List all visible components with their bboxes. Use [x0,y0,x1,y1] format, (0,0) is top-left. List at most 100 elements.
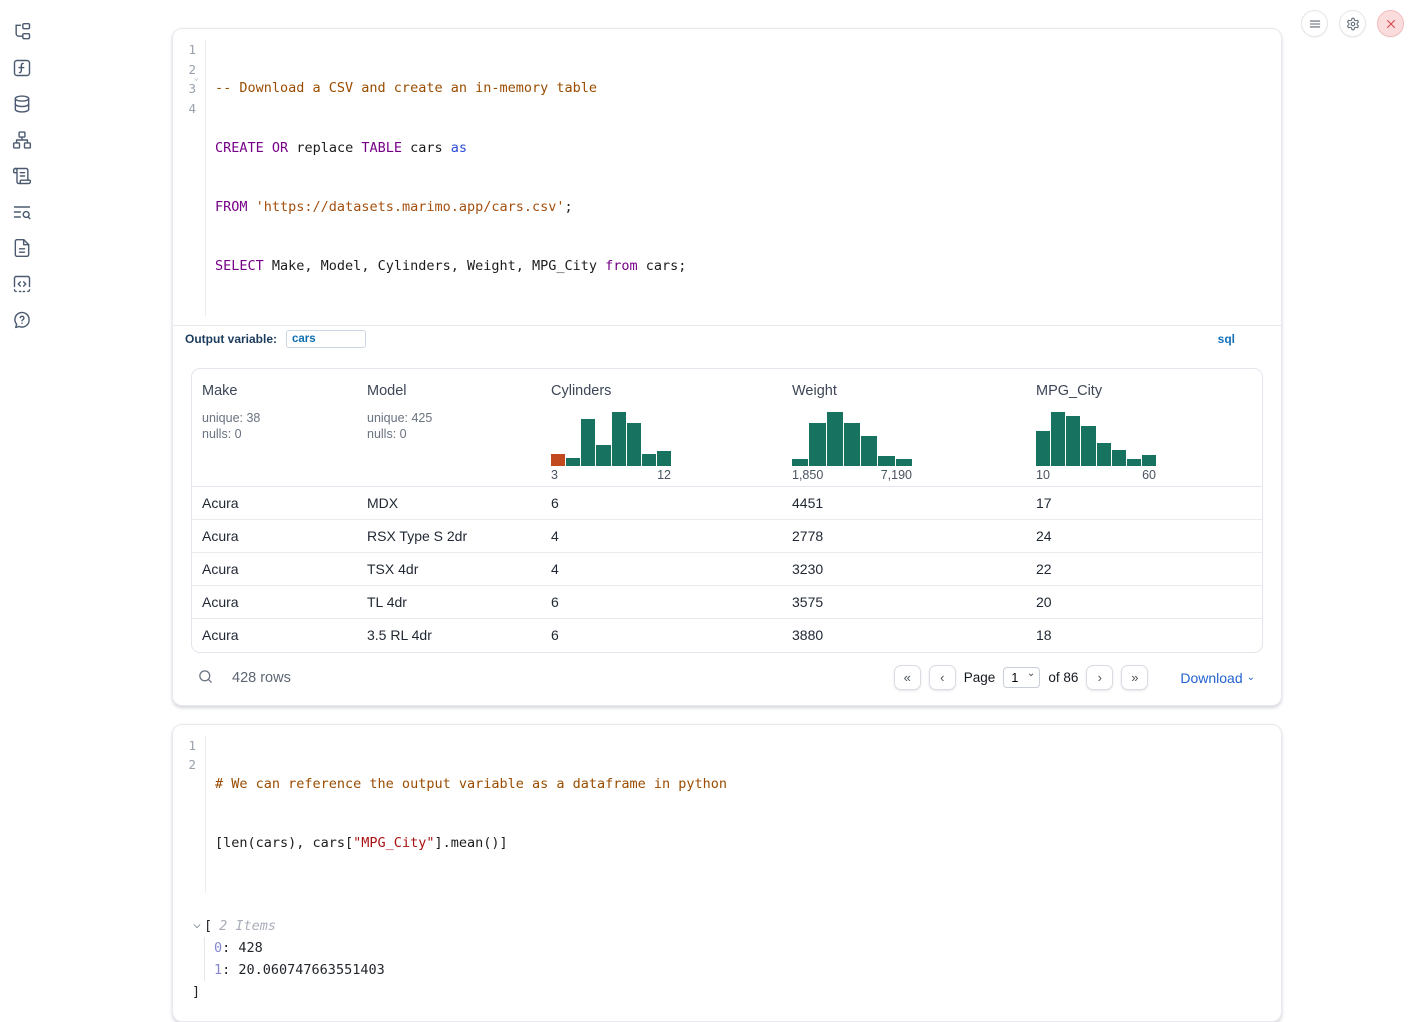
table-footer: 428 rows « ‹ Page 1 of 86 › » Download [191,661,1263,695]
histogram-bar [1081,426,1095,466]
weight-histogram: 1,8507,190 [792,412,912,482]
entry-value: 428 [238,940,262,956]
chevrons-left-icon: « [904,670,911,685]
column-label[interactable]: Model [367,383,531,399]
pagination: « ‹ Page 1 of 86 › » Download ⌄ [894,665,1263,690]
previous-page-button[interactable]: ‹ [929,665,956,690]
download-button[interactable]: Download ⌄ [1180,670,1255,686]
column-label[interactable]: Make [202,383,347,399]
document-icon[interactable] [12,238,32,258]
chevron-right-icon: › [1098,670,1102,685]
line-number: 3 [173,79,196,99]
code-line[interactable]: -- Download a CSV and create an in-memor… [215,79,686,99]
close-bracket: ] [192,981,1263,1003]
histogram-bar [612,412,626,466]
column-label[interactable]: MPG_City [1036,383,1252,399]
code-line[interactable]: # We can reference the output variable a… [215,775,727,795]
page-label: Page [964,670,996,685]
code-line[interactable]: CREATE OR replace TABLE cars as [215,139,686,159]
sql-code-editor[interactable]: 1 2 ⌄ 3 4 -- Download a CSV and create a… [173,29,1281,325]
line-number: 2 ⌄ [173,60,196,80]
output-variable-label: Output variable: [185,332,277,346]
notebook: 1 2 ⌄ 3 4 -- Download a CSV and create a… [172,28,1282,1022]
histogram-bar [551,454,565,466]
histogram-bar [1036,431,1050,466]
sql-cell: 1 2 ⌄ 3 4 -- Download a CSV and create a… [172,28,1282,706]
scroll-icon[interactable] [12,166,32,186]
page-total-label: of 86 [1048,670,1078,685]
chevrons-right-icon: » [1131,670,1138,685]
table-header: Make unique: 38 nulls: 0 Model unique: 4… [192,369,1262,487]
histogram-bar [896,459,912,466]
column-label[interactable]: Cylinders [551,383,772,399]
search-icon[interactable] [197,668,214,688]
snippets-icon[interactable] [12,274,32,294]
entry-key: 1 [214,962,222,978]
last-page-button[interactable]: » [1121,665,1148,690]
table-row[interactable]: AcuraMDX6445117 [192,487,1262,520]
python-code-editor[interactable]: 1 2 # We can reference the output variab… [173,725,1281,903]
settings-button[interactable] [1339,10,1366,37]
close-button[interactable] [1377,10,1404,37]
column-header-mpg-city: MPG_City 1060 [1026,383,1262,482]
sql-cell-output: Make unique: 38 nulls: 0 Model unique: 4… [173,353,1281,705]
histogram-bar [642,454,656,466]
first-page-button[interactable]: « [894,665,921,690]
table-row[interactable]: AcuraTSX 4dr4323022 [192,553,1262,586]
help-icon[interactable] [12,310,32,330]
table-cell: 6 [541,627,782,643]
line-number-gutter: 1 2 [173,736,206,894]
histogram-bar [1097,443,1111,466]
mpg-city-histogram: 1060 [1036,412,1156,482]
table-row[interactable]: AcuraRSX Type S 2dr4277824 [192,520,1262,553]
table-cell: TL 4dr [357,594,541,610]
file-tree-icon[interactable] [12,22,32,42]
table-cell: Acura [192,561,357,577]
table-cell: 22 [1026,561,1262,577]
histogram-bar [657,451,671,466]
dependency-graph-icon[interactable] [12,130,32,150]
line-number: 2 [173,755,196,775]
line-number: 1 [173,736,196,756]
search-logs-icon[interactable] [12,202,32,222]
tree-children: 0: 428 1: 20.060747663551403 [204,937,1263,981]
table-row[interactable]: AcuraTL 4dr6357520 [192,586,1262,619]
table-body: AcuraMDX6445117AcuraRSX Type S 2dr427782… [192,487,1262,652]
histogram-bar [1142,455,1156,466]
output-variable-input[interactable] [286,330,366,348]
function-icon[interactable] [12,58,32,78]
code-line[interactable]: FROM 'https://datasets.marimo.app/cars.c… [215,198,686,218]
database-icon[interactable] [12,94,32,114]
table-cell: 4 [541,561,782,577]
tree-entry: 0: 428 [214,937,1263,959]
code-lines[interactable]: -- Download a CSV and create an in-memor… [206,40,686,316]
table-cell: 3575 [782,594,1026,610]
histogram-bar [1051,412,1065,466]
histogram-bar [827,412,843,466]
row-count: 428 rows [232,670,291,686]
menu-button[interactable] [1301,10,1328,37]
table-cell: 2778 [782,528,1026,544]
language-badge[interactable]: sql [1218,332,1235,346]
collapse-chevron-icon[interactable] [192,919,202,934]
histogram-bar [861,436,877,466]
code-lines[interactable]: # We can reference the output variable a… [206,736,727,894]
cylinders-histogram: 312 [551,412,671,482]
entry-key: 0 [214,940,222,956]
column-label[interactable]: Weight [792,383,1016,399]
next-page-button[interactable]: › [1086,665,1113,690]
table-cell: Acura [192,528,357,544]
python-cell: 1 2 # We can reference the output variab… [172,724,1282,1022]
chevron-left-icon: ‹ [940,670,944,685]
entry-value: 20.060747663551403 [238,962,384,978]
table-cell: 24 [1026,528,1262,544]
code-line[interactable]: [len(cars), cars["MPG_City"].mean()] [215,834,727,854]
page-select[interactable]: 1 [1003,667,1040,688]
table-cell: RSX Type S 2dr [357,528,541,544]
column-header-model: Model unique: 425 nulls: 0 [357,383,541,482]
table-row[interactable]: Acura3.5 RL 4dr6388018 [192,619,1262,652]
histogram-bar [1112,450,1126,466]
code-line[interactable]: SELECT Make, Model, Cylinders, Weight, M… [215,257,686,277]
line-number: 1 [173,40,196,60]
column-stats: unique: 38 nulls: 0 [202,410,347,443]
